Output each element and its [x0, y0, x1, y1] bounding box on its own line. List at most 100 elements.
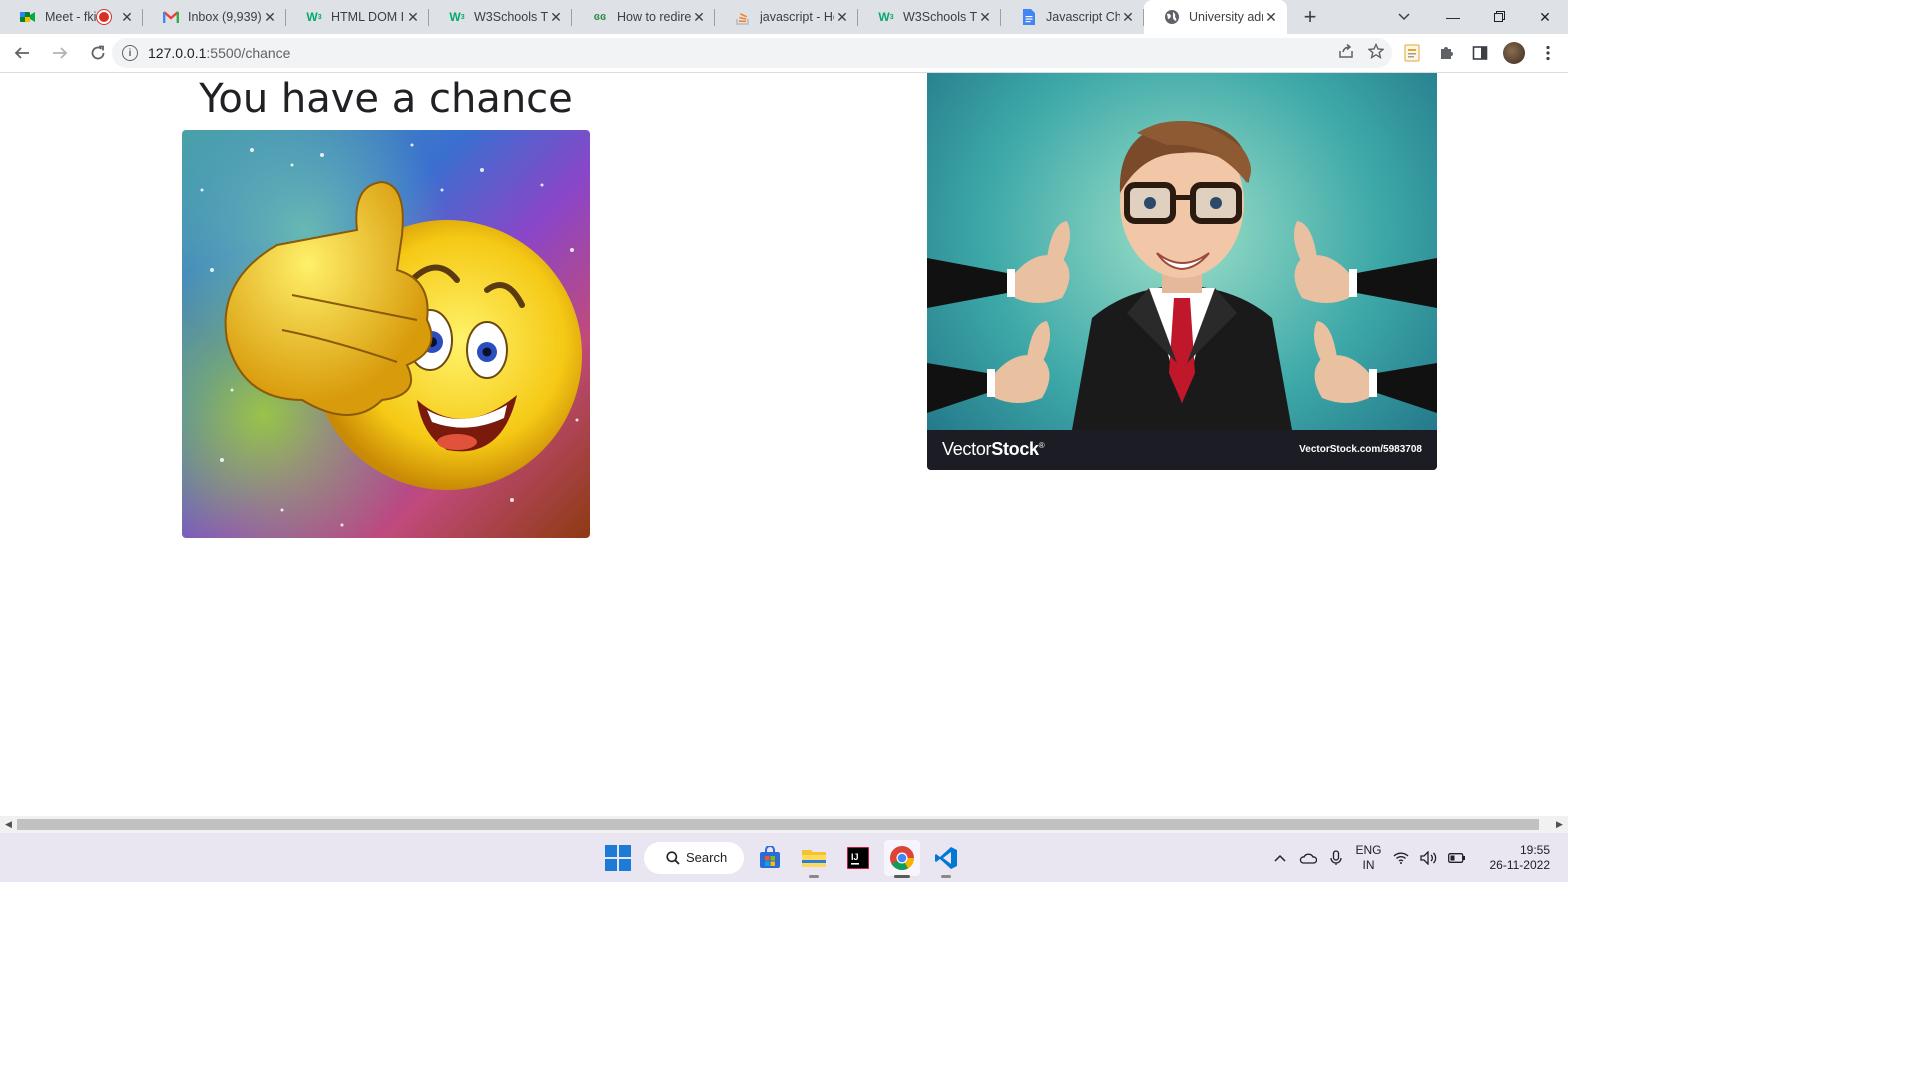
close-icon[interactable]: ✕	[1120, 9, 1136, 25]
intellij-idea-icon[interactable]: IJ	[840, 840, 876, 876]
profile-avatar[interactable]	[1500, 39, 1528, 67]
bookmark-star-icon[interactable]	[1367, 42, 1385, 64]
running-indicator	[941, 874, 951, 878]
tab-title: Inbox (9,939)	[188, 10, 262, 24]
wifi-icon[interactable]	[1392, 851, 1410, 864]
tab-html-dom[interactable]: W3 HTML DOM In ✕	[286, 0, 429, 34]
site-info-icon[interactable]: i	[122, 45, 138, 61]
gmail-icon	[163, 9, 179, 25]
businessman-illustration-icon	[927, 121, 1437, 430]
scroll-right-arrow-icon[interactable]: ▶	[1551, 816, 1568, 833]
svg-text:IJ: IJ	[851, 852, 859, 862]
tab-title: University adm	[1189, 10, 1263, 24]
clock[interactable]: 19:55 26-11-2022	[1490, 843, 1551, 873]
clock-time: 19:55	[1519, 842, 1550, 857]
side-panel-icon[interactable]	[1466, 39, 1494, 67]
running-indicator	[809, 874, 819, 878]
tab-w3schools-try-1[interactable]: W3 W3Schools Try ✕	[429, 0, 572, 34]
forward-button[interactable]	[44, 37, 76, 69]
close-icon[interactable]: ✕	[691, 9, 707, 25]
reload-icon	[91, 45, 105, 60]
microsoft-store-icon[interactable]	[752, 840, 788, 876]
thumbs-up-emoji-icon	[182, 130, 590, 538]
back-button[interactable]	[6, 37, 38, 69]
language-code: ENG	[1355, 842, 1382, 857]
w3schools-icon: W3	[306, 10, 322, 24]
omnibox-actions	[1338, 42, 1385, 64]
restore-icon[interactable]	[1476, 9, 1522, 25]
close-icon[interactable]: ✕	[405, 9, 421, 25]
arrow-right-icon	[53, 47, 68, 59]
close-icon[interactable]: ✕	[977, 9, 993, 25]
extensions-puzzle-icon[interactable]	[1432, 39, 1460, 67]
windows-taskbar: Search IJ ENG IN 19:55 26-11-2022	[0, 833, 1568, 882]
tab-how-to-redirect[interactable]: ɞɞ How to redirec ✕	[572, 0, 715, 34]
tab-title: Meet - fki	[45, 10, 97, 24]
tab-meet[interactable]: Meet - fki ✕	[0, 0, 143, 34]
region-code: IN	[1362, 857, 1375, 872]
stackoverflow-icon	[735, 9, 751, 25]
tab-university-admission[interactable]: University adm ✕	[1144, 0, 1287, 34]
thumbs-up-emoji-image	[182, 130, 590, 538]
tab-title: Javascript Cha	[1046, 10, 1120, 24]
share-icon[interactable]	[1338, 43, 1354, 64]
running-indicator	[894, 874, 910, 878]
extension-app-icon[interactable]	[1398, 39, 1426, 67]
clock-date: 26-11-2022	[1489, 857, 1551, 872]
file-explorer-icon[interactable]	[796, 840, 832, 878]
language-indicator[interactable]: ENG IN	[1355, 843, 1381, 873]
globe-icon	[1164, 9, 1180, 25]
tab-title: W3Schools Try	[903, 10, 977, 24]
google-meet-icon	[20, 9, 36, 25]
close-icon[interactable]: ✕	[1263, 9, 1279, 25]
geeksforgeeks-icon: ɞɞ	[593, 11, 607, 23]
vectorstock-logo: VectorStock®	[942, 439, 1045, 459]
tab-title: W3Schools Try	[474, 10, 548, 24]
browser-toolbar: i 127.0.0.1:5500/chance	[0, 34, 1568, 73]
businessman-thumbs-up-image: VectorStock® VectorStock.com/5983708	[927, 73, 1437, 470]
w3schools-icon: W3	[878, 10, 894, 24]
search-icon	[666, 850, 680, 865]
tab-title: javascript - Ho	[760, 10, 834, 24]
tab-w3schools-try-2[interactable]: W3 W3Schools Try ✕	[858, 0, 1001, 34]
chrome-icon[interactable]	[884, 839, 920, 878]
close-icon[interactable]: ✕	[119, 9, 135, 25]
page-title: You have a chance	[199, 76, 573, 122]
toolbar-right	[1398, 34, 1568, 72]
battery-icon[interactable]	[1447, 852, 1466, 863]
system-tray: ENG IN 19:55 26-11-2022	[1271, 833, 1568, 882]
watermark-bar: VectorStock® VectorStock.com/5983708	[927, 430, 1437, 470]
tab-javascript-chance-doc[interactable]: Javascript Cha ✕	[1001, 0, 1144, 34]
address-bar[interactable]: i 127.0.0.1:5500/chance	[112, 38, 1392, 68]
search-label: Search	[686, 850, 728, 865]
close-icon[interactable]: ✕	[262, 9, 278, 25]
close-icon[interactable]: ✕	[548, 9, 564, 25]
vscode-icon[interactable]	[928, 840, 964, 878]
horizontal-scrollbar[interactable]: ◀ ▶	[0, 816, 1568, 833]
page-viewport: You have a chance VectorStock® VectorSto…	[0, 73, 1568, 816]
recording-indicator-icon	[97, 10, 111, 24]
onedrive-cloud-icon[interactable]	[1299, 852, 1318, 864]
tab-strip: Meet - fki ✕ Inbox (9,939) ✕ W3 HTML DOM…	[0, 0, 1568, 34]
google-docs-icon	[1021, 9, 1037, 25]
reload-button[interactable]	[82, 37, 114, 69]
more-menu-icon[interactable]	[1534, 39, 1562, 67]
scrollbar-thumb[interactable]	[17, 819, 1539, 830]
scroll-left-arrow-icon[interactable]: ◀	[0, 816, 17, 833]
tab-stackoverflow[interactable]: javascript - Ho ✕	[715, 0, 858, 34]
window-controls: — ✕	[1430, 0, 1568, 34]
new-tab-button[interactable]: +	[1293, 0, 1327, 34]
window-close-icon[interactable]: ✕	[1522, 9, 1568, 26]
watermark-url: VectorStock.com/5983708	[1299, 444, 1422, 455]
minimize-icon[interactable]: —	[1430, 9, 1476, 25]
taskbar-search-button[interactable]: Search	[644, 841, 744, 874]
windows-start-icon[interactable]	[600, 840, 636, 876]
chevron-up-icon[interactable]	[1271, 854, 1289, 862]
tab-title: HTML DOM In	[331, 10, 405, 24]
tab-search-chevron-icon[interactable]	[1390, 6, 1418, 28]
url-text: 127.0.0.1:5500/chance	[148, 45, 291, 61]
microphone-icon[interactable]	[1327, 849, 1345, 866]
tab-gmail[interactable]: Inbox (9,939) ✕	[143, 0, 286, 34]
close-icon[interactable]: ✕	[834, 9, 850, 25]
volume-icon[interactable]	[1419, 850, 1438, 865]
